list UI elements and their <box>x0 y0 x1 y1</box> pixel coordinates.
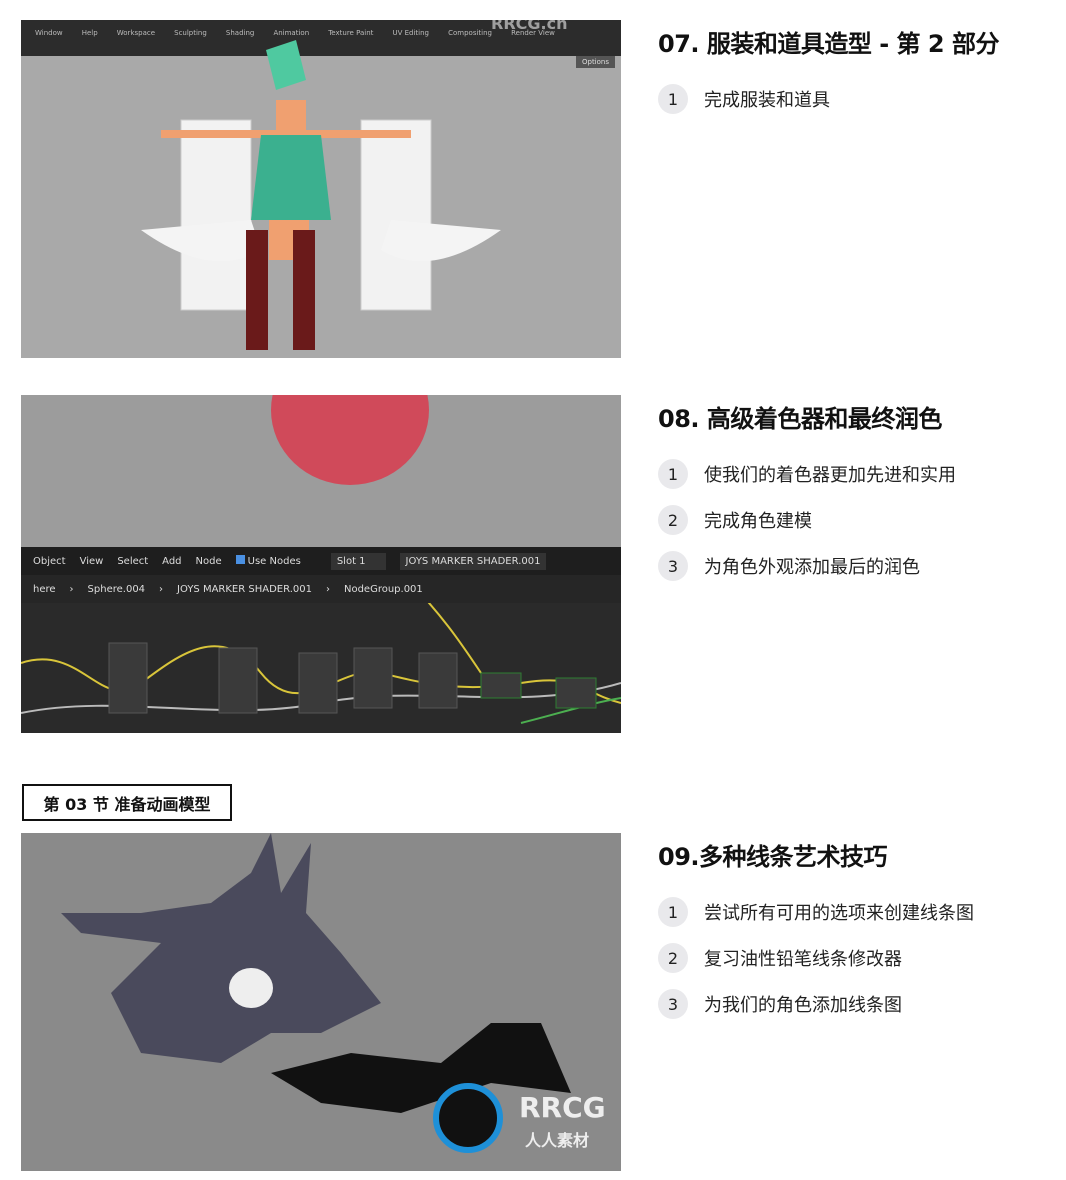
item-number: 1 <box>658 459 688 489</box>
lesson-07-title: 07. 服装和道具造型 - 第 2 部分 <box>658 30 999 58</box>
red-sphere <box>271 395 429 485</box>
breadcrumb-item: JOYS MARKER SHADER.001 <box>177 583 312 595</box>
item-number: 1 <box>658 84 688 114</box>
lesson-09-items: 1 尝试所有可用的选项来创建线条图 2 复习油性铅笔线条修改器 3 为我们的角色添加线… <box>658 889 974 1027</box>
item-number: 2 <box>658 943 688 973</box>
item-text: 尝试所有可用的选项来创建线条图 <box>704 903 974 924</box>
lesson-08-screenshot: Object View Select Add Node Use Nodes Sl… <box>21 395 621 733</box>
breadcrumb-item: NodeGroup.001 <box>343 583 423 595</box>
item-text: 完成服装和道具 <box>704 90 830 111</box>
list-item: 1 尝试所有可用的选项来创建线条图 <box>658 889 974 935</box>
node-editor-toolbar: Object View Select Add Node Use Nodes Sl… <box>21 547 621 575</box>
menu-add: Add <box>162 555 182 567</box>
logo-subtext: 人人素材 <box>525 1131 590 1150</box>
list-item: 1 使我们的着色器更加先进和实用 <box>658 451 956 497</box>
lesson-07-items: 1 完成服装和道具 <box>658 76 830 122</box>
item-text: 为角色外观添加最后的润色 <box>704 557 920 578</box>
list-item: 3 为我们的角色添加线条图 <box>658 981 974 1027</box>
item-text: 使我们的着色器更加先进和实用 <box>704 465 956 486</box>
item-number: 3 <box>658 989 688 1019</box>
item-number: 2 <box>658 505 688 535</box>
slot-select: Slot 1 <box>330 552 386 570</box>
menu-view: View <box>79 555 104 567</box>
item-text: 为我们的角色添加线条图 <box>704 995 902 1016</box>
list-item: 2 完成角色建模 <box>658 497 956 543</box>
item-text: 完成角色建模 <box>704 511 812 532</box>
lesson-09-screenshot: RRCG 人人素材 <box>21 833 621 1171</box>
item-text: 复习油性铅笔线条修改器 <box>704 949 902 970</box>
viewport <box>21 395 621 547</box>
node-breadcrumb: here › Sphere.004 › JOYS MARKER SHADER.001… <box>21 575 621 603</box>
menu-node: Node <box>195 555 222 567</box>
character-illustration <box>141 40 501 350</box>
lesson-08-title: 08. 高级着色器和最终润色 <box>658 405 942 433</box>
watermark-text: RRCG.cn <box>491 20 568 33</box>
item-number: 3 <box>658 551 688 581</box>
use-nodes-checkbox: Use Nodes <box>235 555 301 567</box>
section-label: 第 03 节 准备动画模型 <box>22 784 232 821</box>
rrcg-logo-icon <box>433 1083 503 1153</box>
breadcrumb-item: Sphere.004 <box>87 583 146 595</box>
list-item: 3 为角色外观添加最后的润色 <box>658 543 956 589</box>
node-graph <box>21 603 621 724</box>
item-number: 1 <box>658 897 688 927</box>
list-item: 2 复习油性铅笔线条修改器 <box>658 935 974 981</box>
menu-select: Select <box>117 555 149 567</box>
lesson-08-items: 1 使我们的着色器更加先进和实用 2 完成角色建模 3 为角色外观添加最后的润色 <box>658 451 956 589</box>
logo-text: RRCG <box>519 1091 606 1124</box>
use-nodes-label: Use Nodes <box>247 556 301 567</box>
material-name: JOYS MARKER SHADER.001 <box>399 552 547 570</box>
mode-select: Object <box>33 555 66 567</box>
breadcrumb-item: here <box>33 583 56 595</box>
lesson-07-screenshot: Window Help Workspace Sculpting Shading … <box>21 20 621 358</box>
list-item: 1 完成服装和道具 <box>658 76 830 122</box>
lesson-09-title: 09.多种线条艺术技巧 <box>658 843 888 871</box>
